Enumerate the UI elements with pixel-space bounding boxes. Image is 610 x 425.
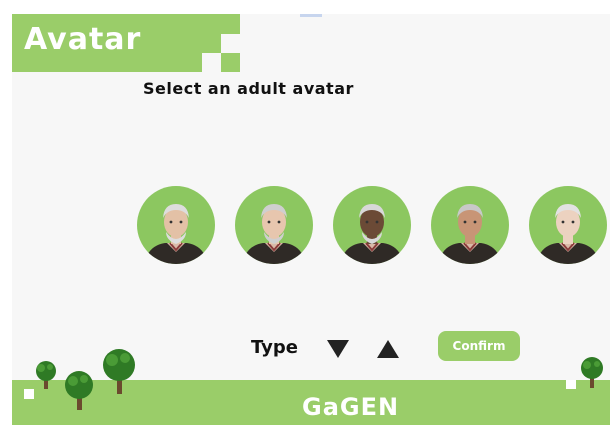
page-subtitle: Select an adult avatar (143, 79, 354, 98)
tree-icon (581, 357, 603, 388)
avatar-option-3[interactable] (333, 186, 411, 264)
triangle-up-icon (377, 340, 399, 358)
avatar-option-2[interactable] (235, 186, 313, 264)
banner-pixel-notch (202, 53, 221, 72)
type-down-button[interactable] (326, 338, 350, 360)
avatar-option-5[interactable] (529, 186, 607, 264)
tree-icon (36, 361, 56, 389)
ground-pixel (24, 389, 34, 399)
avatar-option-1[interactable] (137, 186, 215, 264)
banner-pixel-notch (221, 34, 240, 53)
type-up-button[interactable] (376, 338, 400, 360)
top-scroll-hint (300, 14, 322, 17)
ground-pixel (566, 380, 576, 389)
tree-icon (103, 349, 135, 394)
triangle-down-icon (327, 340, 349, 358)
person-portrait-icon (537, 204, 599, 264)
banner-pixel-step (221, 53, 240, 72)
person-portrait-icon (439, 204, 501, 264)
confirm-button[interactable]: Confirm (438, 331, 520, 361)
tree-icon (65, 371, 93, 410)
page-title: Avatar (24, 22, 142, 57)
person-portrait-icon (243, 204, 305, 264)
type-label: Type (251, 337, 298, 358)
person-portrait-icon (341, 204, 403, 264)
person-portrait-icon (145, 204, 207, 264)
brand-logo: GaGEN (302, 393, 400, 421)
avatar-option-4[interactable] (431, 186, 509, 264)
